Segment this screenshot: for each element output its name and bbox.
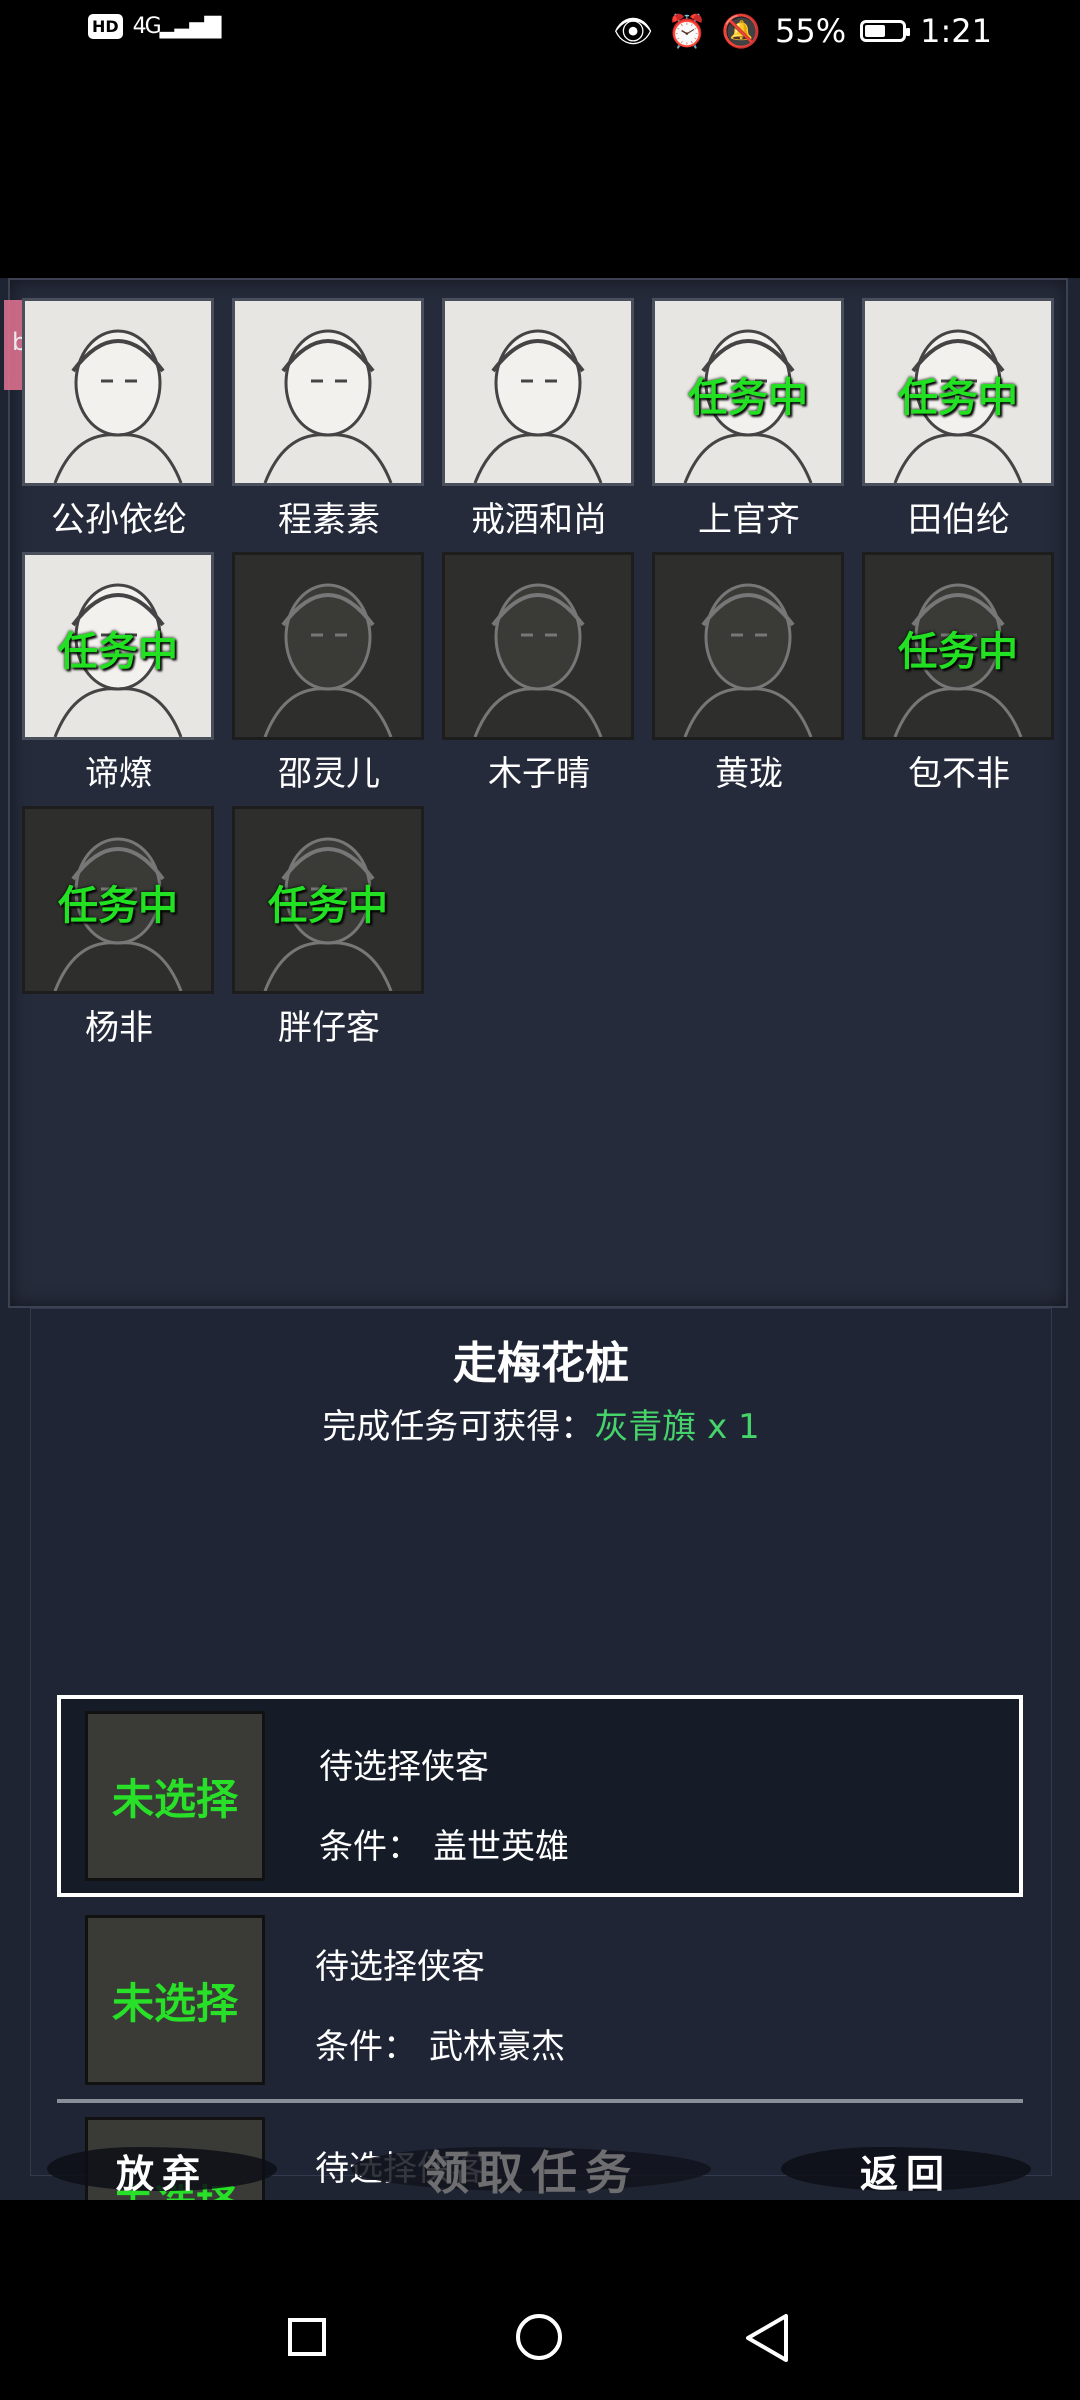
- character-portrait: [652, 552, 844, 740]
- on-mission-badge: 任务中: [58, 629, 178, 675]
- on-mission-badge: 任务中: [688, 375, 808, 421]
- hero-slot-2[interactable]: 未选择 待选择侠客条件： 武林豪杰: [57, 1899, 1023, 2103]
- character-card[interactable]: 戒酒和尚: [442, 298, 636, 541]
- character-name: 木子晴: [488, 754, 590, 794]
- slot-condition: 条件： 武林豪杰: [315, 2027, 565, 2067]
- task-reward: 完成任务可获得：灰青旗 x 1: [322, 1407, 760, 1447]
- character-portrait: 任务中: [862, 298, 1054, 486]
- on-mission-badge: 任务中: [898, 629, 1018, 675]
- status-bar: HD 4G▂▃▅▇ 👁 ⏰ 🔕 55% 1:21: [0, 0, 1080, 66]
- character-name: 邵灵儿: [278, 754, 380, 794]
- character-portrait: [232, 552, 424, 740]
- slot-status: 未选择: [85, 1711, 265, 1881]
- character-card[interactable]: 木子晴: [442, 552, 636, 795]
- character-card[interactable]: 黄珑: [652, 552, 846, 795]
- recent-apps-button[interactable]: [288, 2318, 326, 2356]
- character-card[interactable]: 任务中 田伯纶: [862, 298, 1056, 541]
- on-mission-badge: 任务中: [268, 883, 388, 929]
- character-portrait: [22, 298, 214, 486]
- hd-indicator: HD: [88, 14, 123, 39]
- character-portrait: 任务中: [862, 552, 1054, 740]
- character-name: 程素素: [278, 500, 380, 540]
- character-card[interactable]: 任务中 包不非: [862, 552, 1056, 795]
- character-name: 上官齐: [698, 500, 800, 540]
- slot-hero-text: 待选择侠客: [319, 1747, 489, 1787]
- character-card[interactable]: 邵灵儿: [232, 552, 426, 795]
- back-nav-button[interactable]: [744, 2312, 790, 2364]
- hero-slot-1[interactable]: 未选择 待选择侠客条件： 盖世英雄: [57, 1695, 1023, 1897]
- navigation-bar: [0, 2200, 1080, 2400]
- mute-icon: 🔕: [721, 12, 762, 50]
- character-portrait: [442, 552, 634, 740]
- game-screen: bili 公孙依纶程素素戒酒和尚任务中上官齐任务中田伯纶任务中谛燎邵灵儿木子晴黄…: [0, 278, 1080, 2305]
- character-name: 戒酒和尚: [471, 500, 607, 540]
- eye-icon: 👁: [612, 12, 654, 50]
- battery-percent: 55%: [775, 12, 847, 50]
- slot-hero-text: 待选择侠客: [315, 1947, 485, 1987]
- character-name: 田伯纶: [908, 500, 1010, 540]
- character-portrait: 任务中: [232, 806, 424, 994]
- abandon-button[interactable]: 放弃: [47, 2135, 277, 2205]
- reward-item: 灰青旗 x 1: [594, 1407, 760, 1447]
- character-card[interactable]: 程素素: [232, 298, 426, 541]
- task-panel: 走梅花桩 完成任务可获得：灰青旗 x 1 未选择 待选择侠客 条件： 盖世英雄 未选择…: [30, 1308, 1052, 2305]
- on-mission-badge: 任务中: [58, 883, 178, 929]
- character-name: 包不非: [908, 754, 1010, 794]
- slot-status: 未选择: [85, 1915, 265, 2085]
- character-roster: bili 公孙依纶程素素戒酒和尚任务中上官齐任务中田伯纶任务中谛燎邵灵儿木子晴黄…: [4, 278, 1068, 1308]
- character-card[interactable]: 任务中 杨非: [22, 806, 216, 1049]
- character-name: 黄珑: [715, 754, 783, 794]
- character-card[interactable]: 公孙依纶: [22, 298, 216, 541]
- back-button[interactable]: 返回: [781, 2135, 1031, 2205]
- slot-condition: 条件： 盖世英雄: [319, 1827, 569, 1867]
- character-portrait: [232, 298, 424, 486]
- accept-task-button[interactable]: 领取任务: [351, 2135, 711, 2205]
- alarm-icon: ⏰: [667, 12, 708, 50]
- battery-icon: [860, 20, 911, 42]
- character-portrait: 任务中: [22, 552, 214, 740]
- character-card[interactable]: 任务中 胖仔客: [232, 806, 426, 1049]
- character-portrait: 任务中: [652, 298, 844, 486]
- character-portrait: 任务中: [22, 806, 214, 994]
- character-card[interactable]: 任务中 谛燎: [22, 552, 216, 795]
- character-name: 胖仔客: [278, 1008, 380, 1048]
- character-name: 杨非: [85, 1008, 153, 1048]
- task-title: 走梅花桩: [453, 1338, 629, 1389]
- clock: 1:21: [920, 12, 992, 50]
- character-card[interactable]: 任务中 上官齐: [652, 298, 846, 541]
- character-name: 谛燎: [85, 754, 153, 794]
- character-portrait: [442, 298, 634, 486]
- home-button[interactable]: [516, 2314, 562, 2360]
- character-name: 公孙依纶: [51, 500, 187, 540]
- on-mission-badge: 任务中: [898, 375, 1018, 421]
- signal-icon: 4G▂▃▅▇: [132, 14, 222, 39]
